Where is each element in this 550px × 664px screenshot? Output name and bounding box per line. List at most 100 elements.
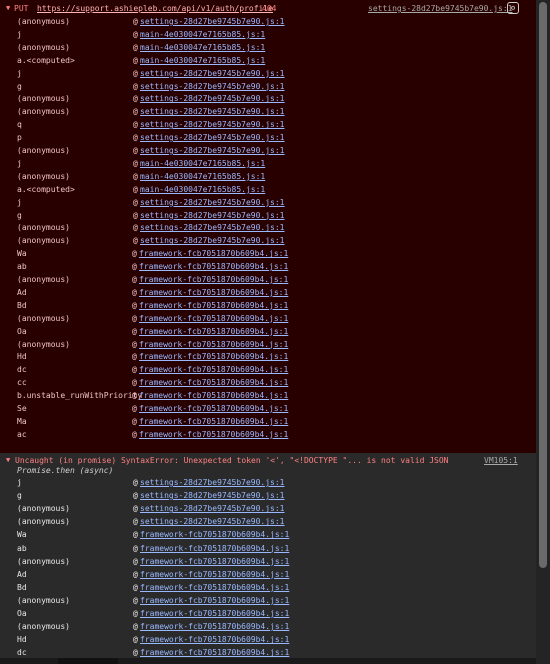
source-file-link[interactable]: settings-28d27be9745b7e90.js:1: [140, 491, 285, 500]
source-file-link[interactable]: framework-fcb7051870b609b4.js:1: [139, 391, 288, 400]
function-name: (anonymous): [17, 223, 70, 233]
function-name: dc: [17, 365, 27, 375]
source-file-link[interactable]: framework-fcb7051870b609b4.js:1: [139, 378, 288, 387]
source-file-link[interactable]: framework-fcb7051870b609b4.js:1: [139, 417, 288, 426]
at-symbol: @: [133, 595, 138, 605]
at-symbol: @: [133, 635, 138, 645]
function-name: Hd: [17, 352, 27, 362]
source-file-link[interactable]: framework-fcb7051870b609b4.js:1: [139, 249, 288, 258]
stack-frame: (anonymous) @ settings-28d27be9745b7e90.js…: [17, 517, 527, 530]
function-name: (anonymous): [17, 556, 70, 566]
function-name: (anonymous): [17, 17, 70, 26]
stack-frame: ab @ framework-fcb7051870b609b4.js:1: [17, 262, 527, 275]
source-file-link[interactable]: framework-fcb7051870b609b4.js:1: [140, 557, 289, 566]
horizontal-scroll-thumb[interactable]: [58, 658, 118, 664]
stack-frame: (anonymous) @ settings-28d27be9745b7e90.js…: [17, 223, 527, 236]
vertical-scrollbar[interactable]: [536, 0, 550, 664]
function-name: (anonymous): [17, 94, 70, 104]
source-file-link[interactable]: settings-28d27be9745b7e90.js:1: [140, 120, 285, 129]
at-symbol: @: [133, 107, 138, 117]
expand-triangle-icon[interactable]: ▼: [6, 4, 10, 12]
source-file-link[interactable]: settings-28d27be9745b7e90.js:1: [140, 82, 285, 91]
source-file-link[interactable]: framework-fcb7051870b609b4.js:1: [140, 544, 289, 553]
function-name: Se: [17, 404, 27, 413]
source-file-link[interactable]: settings-28d27be9745b7e90.js:1: [140, 146, 285, 155]
stack-frame: g @ settings-28d27be9745b7e90.js:1: [17, 82, 527, 95]
at-symbol: @: [132, 416, 137, 426]
source-file-link[interactable]: framework-fcb7051870b609b4.js:1: [140, 530, 289, 539]
function-name: j: [17, 197, 22, 207]
stack-frame: (anonymous) @ settings-28d27be9745b7e90.js…: [17, 107, 527, 120]
source-file-link[interactable]: main-4e030047e7165b85.js:1: [140, 185, 265, 194]
function-name: j: [17, 29, 22, 39]
request-url-link[interactable]: https://support.ashiepleb.com/api/v1/aut…: [37, 4, 273, 13]
function-name: (anonymous): [17, 146, 70, 155]
source-file-link[interactable]: settings-28d27be9745b7e90.js:1: [140, 236, 285, 245]
function-name: j: [17, 68, 22, 78]
stack-frame: (anonymous) @ settings-28d27be9745b7e90.js…: [17, 17, 527, 30]
source-file-link[interactable]: framework-fcb7051870b609b4.js:1: [140, 609, 289, 618]
source-location-link[interactable]: VM105:1: [484, 456, 518, 465]
source-file-link[interactable]: settings-28d27be9745b7e90.js:1: [140, 478, 285, 487]
source-file-link[interactable]: settings-28d27be9745b7e90.js:1: [140, 17, 285, 26]
source-location-link[interactable]: settings-28d27be9745b7e90.js:1: [368, 4, 513, 13]
source-file-link[interactable]: framework-fcb7051870b609b4.js:1: [139, 404, 288, 413]
source-file-link[interactable]: settings-28d27be9745b7e90.js:1: [140, 133, 285, 142]
stack-frame: (anonymous) @ settings-28d27be9745b7e90.js…: [17, 236, 527, 249]
at-symbol: @: [132, 262, 137, 272]
source-file-link[interactable]: settings-28d27be9745b7e90.js:1: [140, 69, 285, 78]
settings-gear-icon[interactable]: ⚙: [507, 2, 519, 14]
source-file-link[interactable]: settings-28d27be9745b7e90.js:1: [140, 198, 285, 207]
console-bottom-edge: [0, 658, 536, 664]
stack-frame: dc @ framework-fcb7051870b609b4.js:1: [17, 365, 527, 378]
network-error-header[interactable]: ▼ PUT https://support.ashiepleb.com/api/…: [6, 2, 530, 17]
stack-frame: ac @ framework-fcb7051870b609b4.js:1: [17, 430, 527, 443]
source-file-link[interactable]: framework-fcb7051870b609b4.js:1: [140, 583, 289, 592]
function-name: (anonymous): [17, 107, 70, 117]
function-name: (anonymous): [17, 171, 70, 181]
source-file-link[interactable]: framework-fcb7051870b609b4.js:1: [139, 288, 288, 297]
source-file-link[interactable]: framework-fcb7051870b609b4.js:1: [139, 430, 288, 439]
at-symbol: @: [133, 184, 138, 194]
source-file-link[interactable]: settings-28d27be9745b7e90.js:1: [140, 211, 285, 220]
function-name: dc: [17, 648, 27, 658]
source-file-link[interactable]: main-4e030047e7165b85.js:1: [140, 159, 265, 168]
source-file-link[interactable]: settings-28d27be9745b7e90.js:1: [140, 107, 285, 116]
source-file-link[interactable]: main-4e030047e7165b85.js:1: [140, 172, 265, 181]
source-file-link[interactable]: settings-28d27be9745b7e90.js:1: [140, 94, 285, 103]
function-name: a.<computed>: [17, 184, 75, 194]
source-file-link[interactable]: framework-fcb7051870b609b4.js:1: [139, 301, 288, 310]
source-file-link[interactable]: settings-28d27be9745b7e90.js:1: [140, 517, 285, 526]
at-symbol: @: [133, 223, 138, 233]
source-file-link[interactable]: settings-28d27be9745b7e90.js:1: [140, 504, 285, 513]
at-symbol: @: [133, 68, 138, 78]
stack-frame: g @ settings-28d27be9745b7e90.js:1: [17, 211, 527, 224]
source-file-link[interactable]: framework-fcb7051870b609b4.js:1: [139, 314, 288, 323]
source-file-link[interactable]: main-4e030047e7165b85.js:1: [140, 56, 265, 65]
stack-frame: j @ settings-28d27be9745b7e90.js:1: [17, 198, 527, 211]
source-file-link[interactable]: framework-fcb7051870b609b4.js:1: [140, 622, 289, 631]
source-file-link[interactable]: framework-fcb7051870b609b4.js:1: [140, 570, 289, 579]
source-file-link[interactable]: main-4e030047e7165b85.js:1: [140, 30, 265, 39]
source-file-link[interactable]: framework-fcb7051870b609b4.js:1: [139, 352, 288, 361]
at-symbol: @: [133, 120, 138, 130]
function-name: (anonymous): [17, 339, 70, 349]
scrollbar-thumb[interactable]: [539, 2, 547, 568]
source-file-link[interactable]: main-4e030047e7165b85.js:1: [140, 43, 265, 52]
source-file-link[interactable]: framework-fcb7051870b609b4.js:1: [140, 648, 289, 657]
source-file-link[interactable]: framework-fcb7051870b609b4.js:1: [139, 275, 288, 284]
expand-triangle-icon[interactable]: ▼: [6, 456, 10, 464]
function-name: g: [17, 491, 22, 501]
source-file-link[interactable]: framework-fcb7051870b609b4.js:1: [139, 340, 288, 349]
network-error-message: ▼ PUT https://support.ashiepleb.com/api/…: [0, 0, 536, 454]
source-file-link[interactable]: framework-fcb7051870b609b4.js:1: [139, 262, 288, 271]
function-name: Hd: [17, 635, 27, 645]
uncaught-error-message: ▼ Uncaught (in promise) SyntaxError: Une…: [0, 453, 536, 664]
source-file-link[interactable]: framework-fcb7051870b609b4.js:1: [140, 596, 289, 605]
source-file-link[interactable]: framework-fcb7051870b609b4.js:1: [139, 365, 288, 374]
stack-frame: (anonymous) @ framework-fcb7051870b609b4.j…: [17, 340, 527, 353]
source-file-link[interactable]: framework-fcb7051870b609b4.js:1: [140, 635, 289, 644]
source-file-link[interactable]: framework-fcb7051870b609b4.js:1: [139, 327, 288, 336]
at-symbol: @: [132, 339, 137, 349]
source-file-link[interactable]: settings-28d27be9745b7e90.js:1: [140, 223, 285, 232]
